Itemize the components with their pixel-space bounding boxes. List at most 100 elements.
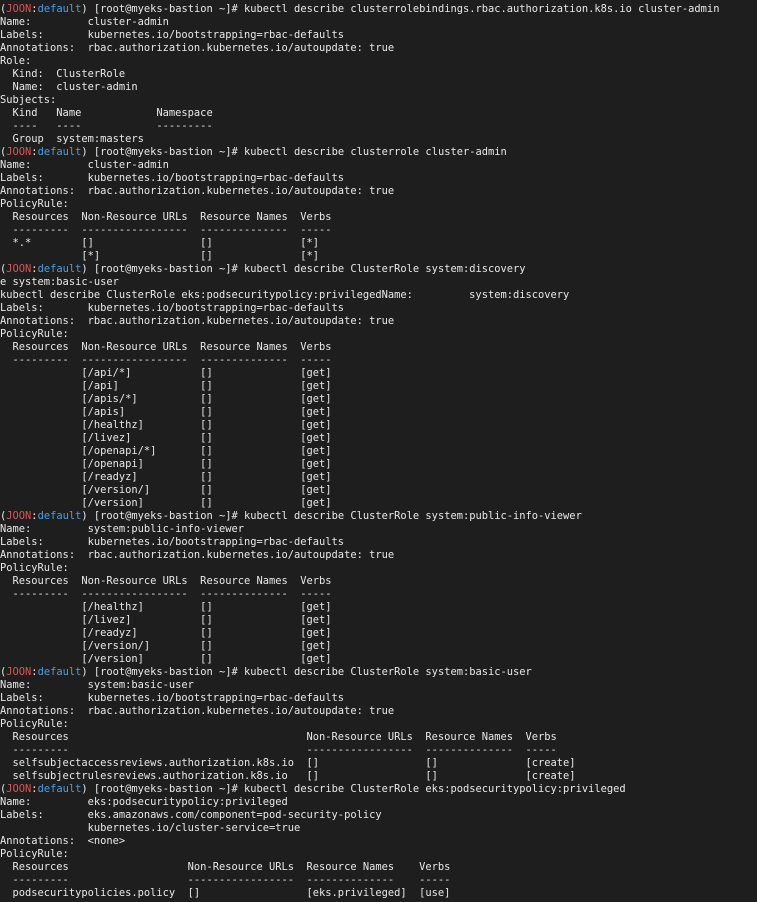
output-line: Name: system:public-info-viewer (0, 523, 244, 535)
output-line: Resources Non-Resource URLs Resource Nam… (0, 341, 332, 353)
output-line: Annotations: rbac.authorization.kubernet… (0, 315, 395, 327)
output-line: [/readyz] [] [get] (0, 471, 332, 483)
output-line: selfsubjectrulesreviews.authorization.k8… (0, 770, 576, 782)
output-line: selfsubjectaccessreviews.authorization.k… (0, 757, 576, 769)
output-line: [/version] [] [get] (0, 653, 332, 665)
command-text: kubectl describe clusterrolebindings.rba… (244, 3, 720, 15)
output-line: [/healthz] [] [get] (0, 601, 332, 613)
prompt-context: default (37, 783, 82, 795)
prompt-context: default (37, 146, 82, 158)
output-line: Kind Name Namespace (0, 107, 213, 119)
output-line: --------- ----------------- ------------… (0, 354, 332, 366)
output-line: [/livez] [] [get] (0, 614, 332, 626)
prompt-user: JOON (6, 263, 32, 275)
output-line: kubectl describe ClusterRole eks:podsecu… (0, 289, 570, 301)
output-line: --------- ----------------- ------------… (0, 874, 451, 886)
output-line: --------- ----------------- ------------… (0, 588, 332, 600)
prompt-context: default (37, 3, 82, 15)
prompt-context: default (37, 510, 82, 522)
prompt-line: (JOON:default) [root@myeks-bastion ~]# k… (0, 510, 757, 523)
prompt-close-paren: ) (81, 3, 94, 15)
output-line: Role: (0, 55, 32, 67)
command-text: kubectl describe ClusterRole system:basi… (244, 666, 532, 678)
command-text: kubectl describe ClusterRole system:disc… (244, 263, 526, 275)
prompt-line: (JOON:default) [root@myeks-bastion ~]# k… (0, 146, 757, 159)
prompt-close-paren: ) (81, 263, 94, 275)
prompt-line: (JOON:default) [root@myeks-bastion ~]# k… (0, 263, 757, 276)
output-line: [/api/*] [] [get] (0, 367, 332, 379)
output-line: [*] [] [*] (0, 250, 320, 262)
prompt-user: JOON (6, 666, 32, 678)
output-line: [/livez] [] [get] (0, 432, 332, 444)
prompt-user: JOON (6, 783, 32, 795)
output-line: podsecuritypolicies.policy [] [eks.privi… (0, 887, 451, 899)
prompt-context: default (37, 666, 82, 678)
output-line: Annotations: rbac.authorization.kubernet… (0, 549, 395, 561)
command-text: kubectl describe ClusterRole eks:podsecu… (244, 783, 626, 795)
output-line: [/version/] [] [get] (0, 484, 332, 496)
command-text: kubectl describe clusterrole cluster-adm… (244, 146, 507, 158)
output-line: [/openapi] [] [get] (0, 458, 332, 470)
output-line: e system:basic-user (0, 276, 119, 288)
output-line: PolicyRule: (0, 562, 69, 574)
output-line: PolicyRule: (0, 198, 69, 210)
output-line: Subjects: (0, 94, 57, 106)
output-line: Name: eks:podsecuritypolicy:privileged (0, 796, 288, 808)
prompt-host: [root@myeks-bastion ~]# (93, 3, 245, 15)
output-line: Labels: kubernetes.io/bootstrapping=rbac… (0, 692, 345, 704)
terminal-output[interactable]: (JOON:default) [root@myeks-bastion ~]# k… (0, 3, 757, 902)
prompt-host: [root@myeks-bastion ~]# (93, 510, 245, 522)
output-line: Group system:masters (0, 133, 144, 145)
output-line: *.* [] [] [*] (0, 237, 320, 249)
output-line: Labels: kubernetes.io/bootstrapping=rbac… (0, 172, 345, 184)
prompt-close-paren: ) (81, 510, 94, 522)
output-line: kubernetes.io/cluster-service=true (0, 822, 301, 834)
output-line: Name: cluster-admin (0, 159, 169, 171)
output-line: --------- ----------------- ------------… (0, 224, 332, 236)
output-line: [/version] [] [get] (0, 497, 332, 509)
output-line: Resources Non-Resource URLs Resource Nam… (0, 575, 332, 587)
prompt-host: [root@myeks-bastion ~]# (93, 666, 245, 678)
output-line: Annotations: rbac.authorization.kubernet… (0, 42, 395, 54)
prompt-close-paren: ) (81, 783, 94, 795)
output-line: [/readyz] [] [get] (0, 627, 332, 639)
output-line: [/openapi/*] [] [get] (0, 445, 332, 457)
output-line: Resources Non-Resource URLs Resource Nam… (0, 211, 332, 223)
output-line: [/apis] [] [get] (0, 406, 332, 418)
output-line: --------- ----------------- ------------… (0, 744, 557, 756)
output-line: Labels: kubernetes.io/bootstrapping=rbac… (0, 536, 345, 548)
prompt-user: JOON (6, 510, 32, 522)
output-line: [/apis/*] [] [get] (0, 393, 332, 405)
prompt-context: default (37, 263, 82, 275)
prompt-line: (JOON:default) [root@myeks-bastion ~]# k… (0, 3, 757, 16)
output-line: PolicyRule: (0, 718, 69, 730)
output-line: Labels: eks.amazonaws.com/component=pod-… (0, 809, 382, 821)
prompt-host: [root@myeks-bastion ~]# (93, 263, 245, 275)
prompt-host: [root@myeks-bastion ~]# (93, 783, 245, 795)
command-text: kubectl describe ClusterRole system:publ… (244, 510, 582, 522)
output-line: Labels: kubernetes.io/bootstrapping=rbac… (0, 302, 345, 314)
output-line: [/version/] [] [get] (0, 640, 332, 652)
output-line: Labels: kubernetes.io/bootstrapping=rbac… (0, 29, 345, 41)
output-line: Resources Non-Resource URLs Resource Nam… (0, 861, 451, 873)
prompt-line: (JOON:default) [root@myeks-bastion ~]# k… (0, 666, 757, 679)
output-line: Annotations: <none> (0, 835, 126, 847)
output-line: Annotations: rbac.authorization.kubernet… (0, 185, 395, 197)
prompt-user: JOON (6, 146, 32, 158)
output-line: ---- ---- --------- (0, 120, 213, 132)
prompt-host: [root@myeks-bastion ~]# (93, 146, 245, 158)
output-line: Name: cluster-admin (0, 16, 169, 28)
prompt-line: (JOON:default) [root@myeks-bastion ~]# k… (0, 783, 757, 796)
prompt-close-paren: ) (81, 146, 94, 158)
output-line: Resources Non-Resource URLs Resource Nam… (0, 731, 557, 743)
output-line: [/healthz] [] [get] (0, 419, 332, 431)
output-line: Annotations: rbac.authorization.kubernet… (0, 705, 395, 717)
output-line: Name: system:basic-user (0, 679, 194, 691)
output-line: Kind: ClusterRole (0, 68, 126, 80)
prompt-user: JOON (6, 3, 32, 15)
output-line: PolicyRule: (0, 848, 69, 860)
output-line: [/api] [] [get] (0, 380, 332, 392)
output-line: PolicyRule: (0, 328, 69, 340)
prompt-close-paren: ) (81, 666, 94, 678)
output-line: Name: cluster-admin (0, 81, 138, 93)
